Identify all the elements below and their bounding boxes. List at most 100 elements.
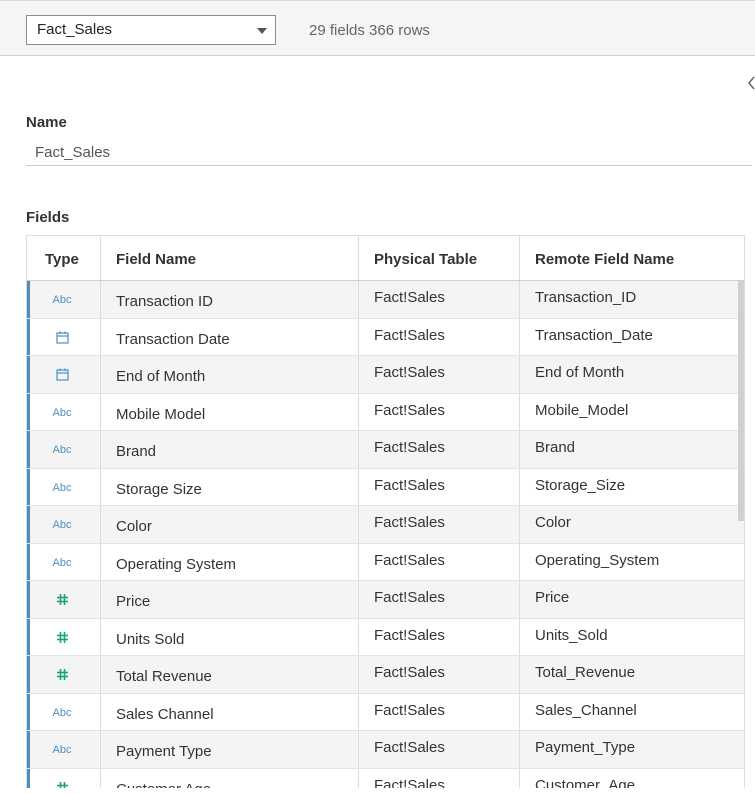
remote-field-name-cell[interactable]: Mobile_Model <box>520 394 744 431</box>
name-input[interactable] <box>26 139 752 166</box>
remote-field-name-cell[interactable]: Total_Revenue <box>520 656 744 693</box>
table-row[interactable]: Units Sold Fact!Sales Units_Sold <box>27 618 744 656</box>
calendar-icon <box>50 368 74 382</box>
remote-field-name-cell[interactable]: Brand <box>520 431 744 468</box>
table-row[interactable]: Customer AgeFact!SalesCustomer_Age <box>27 768 744 789</box>
remote-field-name-cell[interactable]: Storage_Size <box>520 469 744 506</box>
physical-table-cell[interactable]: Fact!Sales <box>359 393 520 430</box>
physical-table-cell[interactable]: Fact!Sales <box>359 768 520 788</box>
string-type-icon: Abc <box>52 519 72 531</box>
table-row[interactable]: Abc Sales Channel Fact!Sales Sales_Channel <box>27 693 744 731</box>
string-type-icon: Abc <box>52 481 72 494</box>
table-row[interactable]: End of Month Fact!Sales End of Month <box>27 356 744 394</box>
type-cell[interactable] <box>30 656 101 693</box>
type-cell[interactable]: Abc <box>30 393 101 430</box>
field-name-cell[interactable]: Customer Age <box>101 768 359 788</box>
remote-field-name-cell[interactable]: End of Month <box>520 356 744 393</box>
table-row[interactable]: Price Fact!Sales Price <box>27 581 744 619</box>
physical-table-cell[interactable]: Fact!Sales <box>359 281 520 318</box>
table-row[interactable]: Transaction Date Fact!Sales Transaction_Da… <box>27 318 744 356</box>
field-name-cell[interactable]: Sales Channel <box>101 693 359 730</box>
toolbar: Fact_Sales 29 fields 366 rows <box>0 0 755 56</box>
grid-rows: Abc Transaction ID Fact!Sales Transaction_I… <box>27 281 744 789</box>
type-cell[interactable]: Abc <box>30 543 101 580</box>
column-header-physical-table[interactable]: Physical Table <box>359 236 520 280</box>
type-cell[interactable] <box>30 318 101 355</box>
table-select-value: Fact_Sales <box>37 21 113 38</box>
remote-field-name-cell[interactable]: Price <box>520 581 744 618</box>
table-select[interactable]: Fact_Sales <box>26 15 276 45</box>
physical-table-cell[interactable]: Fact!Sales <box>359 431 520 468</box>
type-cell[interactable]: Abc <box>30 431 101 468</box>
column-header-type[interactable]: Type <box>30 236 101 280</box>
fields-grid: Type Field Name Physical Table Remote Fi… <box>26 235 745 788</box>
physical-table-cell[interactable]: Fact!Sales <box>359 506 520 543</box>
remote-field-name-cell[interactable]: Operating_System <box>520 544 744 581</box>
remote-field-name-cell[interactable]: Units_Sold <box>520 619 744 656</box>
remote-field-name-cell[interactable]: Payment_Type <box>520 731 744 768</box>
field-name-cell[interactable]: Price <box>101 581 359 618</box>
field-name-cell[interactable]: Brand <box>101 431 359 468</box>
remote-field-name-cell[interactable]: Color <box>520 506 744 543</box>
chevron-down-icon <box>257 28 267 34</box>
physical-table-cell[interactable]: Fact!Sales <box>359 618 520 655</box>
remote-field-name-cell[interactable]: Sales_Channel <box>520 694 744 731</box>
name-label: Name <box>26 114 67 131</box>
table-row[interactable]: Abc Color Fact!Sales Color <box>27 506 744 544</box>
table-row[interactable]: Abc Payment Type Fact!Sales Payment_Type <box>27 731 744 769</box>
type-cell[interactable]: Abc <box>30 506 101 543</box>
type-cell[interactable]: Abc <box>30 468 101 505</box>
field-name-cell[interactable]: Operating System <box>101 543 359 580</box>
grid-header: Type Field Name Physical Table Remote Fi… <box>27 236 744 281</box>
field-name-cell[interactable]: Total Revenue <box>101 656 359 693</box>
physical-table-cell[interactable]: Fact!Sales <box>359 543 520 580</box>
physical-table-cell[interactable]: Fact!Sales <box>359 468 520 505</box>
number-type-icon <box>50 781 74 788</box>
string-type-icon: Abc <box>52 294 72 306</box>
string-type-icon: Abc <box>52 444 72 456</box>
physical-table-cell[interactable]: Fact!Sales <box>359 581 520 618</box>
physical-table-cell[interactable]: Fact!Sales <box>359 318 520 355</box>
remote-field-name-cell[interactable]: Customer_Age <box>520 769 744 789</box>
table-row[interactable]: Abc Storage Size Fact!Sales Storage_Size <box>27 468 744 506</box>
physical-table-cell[interactable]: Fact!Sales <box>359 731 520 768</box>
type-cell[interactable]: Abc <box>30 693 101 730</box>
fields-label: Fields <box>26 209 70 226</box>
calendar-icon <box>50 331 74 345</box>
field-name-cell[interactable]: Transaction ID <box>101 281 359 318</box>
field-name-cell[interactable]: Color <box>101 506 359 543</box>
type-cell[interactable] <box>30 581 101 618</box>
field-name-cell[interactable]: Units Sold <box>101 618 359 655</box>
grid-scrollbar[interactable] <box>738 281 744 521</box>
string-type-icon: Abc <box>52 406 72 419</box>
remote-field-name-cell[interactable]: Transaction_ID <box>520 281 744 318</box>
field-name-cell[interactable]: End of Month <box>101 356 359 393</box>
column-header-remote-field-name[interactable]: Remote Field Name <box>520 236 744 280</box>
physical-table-cell[interactable]: Fact!Sales <box>359 656 520 693</box>
chevron-left-icon[interactable] <box>746 76 755 90</box>
field-name-cell[interactable]: Mobile Model <box>101 393 359 430</box>
field-name-cell[interactable]: Payment Type <box>101 731 359 768</box>
physical-table-cell[interactable]: Fact!Sales <box>359 356 520 393</box>
table-row[interactable]: Abc Brand Fact!Sales Brand <box>27 431 744 469</box>
field-name-cell[interactable]: Storage Size <box>101 468 359 505</box>
table-row[interactable]: Total Revenue Fact!Sales Total_Revenue <box>27 656 744 694</box>
string-type-icon: Abc <box>52 744 72 756</box>
table-row[interactable]: Abc Operating System Fact!Sales Operating_S… <box>27 543 744 581</box>
remote-field-name-cell[interactable]: Transaction_Date <box>520 319 744 356</box>
string-type-icon: Abc <box>52 706 72 719</box>
table-row[interactable]: Abc Mobile Model Fact!Sales Mobile_Model <box>27 393 744 431</box>
type-cell[interactable] <box>30 618 101 655</box>
physical-table-cell[interactable]: Fact!Sales <box>359 693 520 730</box>
column-header-field-name[interactable]: Field Name <box>101 236 359 280</box>
type-cell[interactable]: Abc <box>30 731 101 768</box>
number-type-icon <box>50 631 74 645</box>
table-row[interactable]: Abc Transaction ID Fact!Sales Transaction_I… <box>27 281 744 319</box>
string-type-icon: Abc <box>52 556 72 569</box>
number-type-icon <box>50 593 74 607</box>
number-type-icon <box>50 668 74 682</box>
type-cell[interactable] <box>30 768 101 788</box>
type-cell[interactable]: Abc <box>30 281 101 318</box>
field-name-cell[interactable]: Transaction Date <box>101 318 359 355</box>
type-cell[interactable] <box>30 356 101 393</box>
